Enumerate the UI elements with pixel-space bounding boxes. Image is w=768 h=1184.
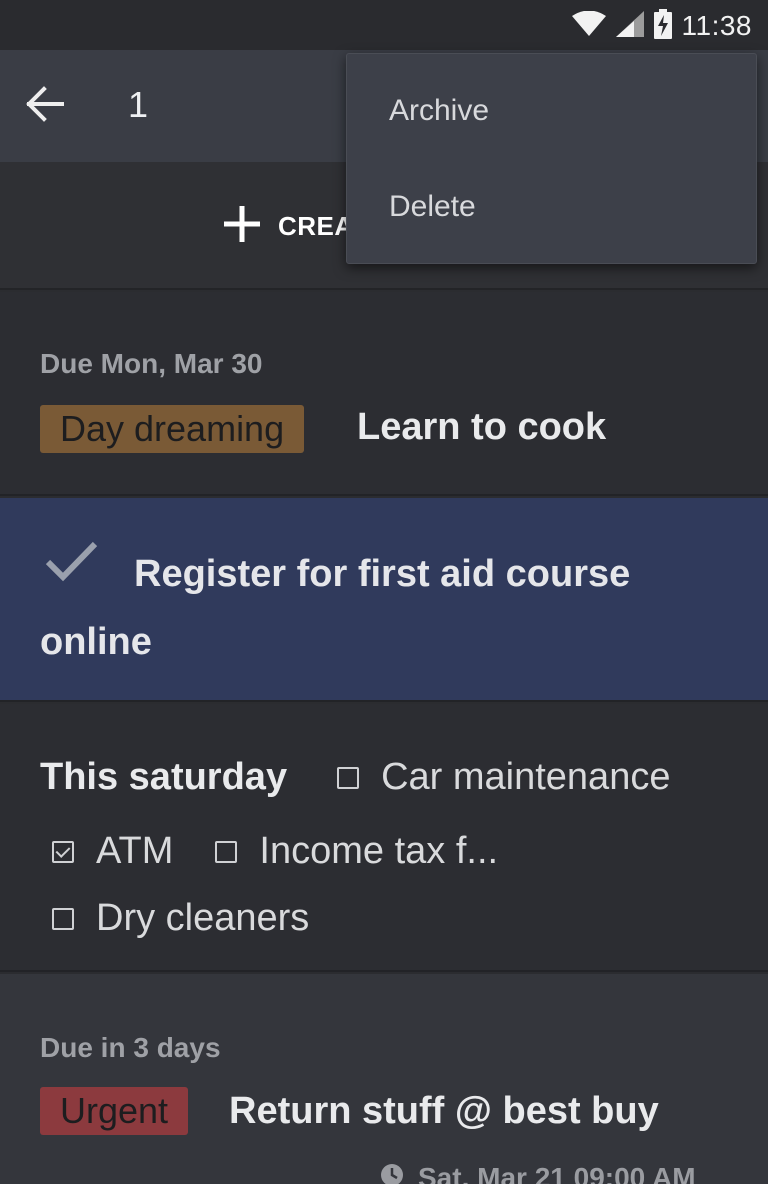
note-title: Learn to cook [357,406,607,448]
checkbox-checked-icon[interactable] [52,840,74,863]
menu-item-archive[interactable]: Archive [389,94,489,128]
due-date: Due Mon, Mar 30 [40,348,263,379]
selection-count: 1 [128,84,149,125]
plus-icon [222,204,262,249]
note-title: Return stuff @ best buy [229,1090,659,1132]
arrow-left-icon [24,85,64,127]
back-button[interactable] [22,84,66,128]
note-card-learn-to-cook[interactable]: Due Mon, Mar 30 Day dreaming Learn to co… [0,292,768,496]
checklist: This saturday Car maintenance ATM Income ta… [40,744,740,952]
note-title: This saturday [40,756,288,798]
label-chip: Urgent [40,1087,189,1135]
status-bar: 11:38 [0,0,768,50]
checklist-item[interactable]: Dry cleaners [40,885,309,952]
note-title: Register for first aid course online [40,553,631,663]
checkbox-unchecked-icon[interactable] [337,766,360,789]
reminder: Sat, Mar 21 09:00 AM [378,1160,696,1184]
wifi-icon [571,10,606,42]
checklist-item[interactable]: ATM [40,818,173,885]
alarm-icon [378,1160,406,1184]
checklist-item[interactable]: Car maintenance [325,744,670,811]
battery-charging-icon [653,8,672,44]
menu-item-delete[interactable]: Delete [389,190,476,224]
note-card-first-aid[interactable]: Register for first aid course online [0,498,768,702]
note-card-checklist[interactable]: This saturday Car maintenance ATM Income ta… [0,704,768,972]
note-card-return-stuff[interactable]: Due in 3 days Urgent Return stuff @ best… [0,974,768,1184]
label-chip: Day dreaming [40,405,305,453]
overflow-menu: Archive Delete [346,53,757,264]
reminder-text: Sat, Mar 21 09:00 AM [418,1161,696,1184]
checkbox-unchecked-icon[interactable] [215,840,238,863]
checkbox-unchecked-icon[interactable] [52,907,74,930]
cell-signal-icon [615,10,644,42]
checklist-item[interactable]: Income tax f... [203,818,498,885]
status-time: 11:38 [681,10,752,41]
due-date: Due in 3 days [40,1032,221,1063]
status-icons: 11:38 [571,8,753,44]
